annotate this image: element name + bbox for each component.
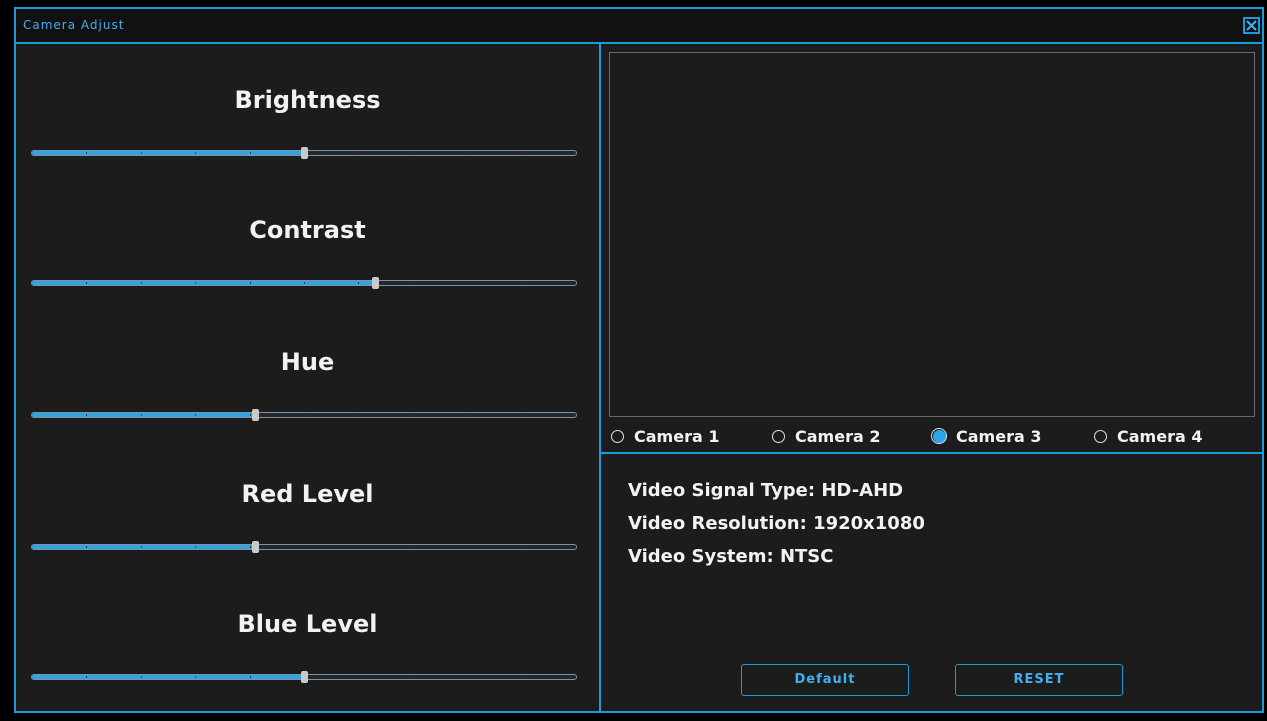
slider-tick	[195, 282, 197, 284]
camera-3-label: Camera 3	[956, 426, 1042, 446]
radio-icon	[1094, 429, 1107, 443]
camera-2-option[interactable]: Camera 2	[772, 425, 880, 447]
slider-tick	[358, 414, 360, 416]
blue-level-group: Blue Level	[16, 610, 599, 690]
adjustment-panel: Brightness Contrast Hue Red Level Blue L…	[16, 44, 601, 711]
slider-tick	[249, 546, 251, 548]
slider-tick	[86, 546, 88, 548]
radio-icon	[611, 429, 624, 443]
video-system: Video System: NTSC	[628, 546, 834, 567]
contrast-label: Contrast	[249, 216, 366, 244]
slider-thumb[interactable]	[252, 541, 260, 553]
contrast-slider[interactable]	[31, 277, 577, 289]
red-level-label: Red Level	[241, 480, 374, 508]
preview-panel: Camera 1 Camera 2 Camera 3 Camera 4 Vide…	[601, 44, 1264, 711]
slider-tick	[467, 676, 469, 678]
camera-1-option[interactable]: Camera 1	[611, 425, 719, 447]
slider-tick	[521, 676, 523, 678]
slider-ticks	[32, 413, 576, 417]
slider-tick	[358, 676, 360, 678]
reset-button[interactable]: RESET	[955, 664, 1123, 696]
slider-tick	[140, 282, 142, 284]
red-level-slider[interactable]	[31, 541, 577, 553]
video-signal-type: Video Signal Type: HD-AHD	[628, 480, 904, 501]
slider-thumb[interactable]	[301, 147, 308, 159]
title-bar: Camera Adjust	[16, 9, 1262, 44]
slider-tick	[358, 546, 360, 548]
slider-tick	[195, 676, 197, 678]
slider-thumb[interactable]	[252, 409, 260, 421]
slider-tick	[412, 282, 414, 284]
slider-tick	[521, 414, 523, 416]
camera-3-option[interactable]: Camera 3	[931, 425, 1042, 447]
close-button[interactable]	[1243, 17, 1260, 34]
blue-level-label: Blue Level	[237, 610, 378, 638]
camera-4-option[interactable]: Camera 4	[1094, 425, 1202, 447]
window-title: Camera Adjust	[23, 18, 125, 32]
slider-tick	[412, 152, 414, 154]
slider-tick	[86, 676, 88, 678]
slider-tick	[86, 152, 88, 154]
slider-tick	[467, 414, 469, 416]
hue-group: Hue	[16, 348, 599, 428]
close-icon	[1246, 20, 1257, 31]
slider-tick	[140, 152, 142, 154]
camera-preview	[609, 52, 1255, 417]
hue-label: Hue	[280, 348, 335, 376]
slider-thumb[interactable]	[301, 671, 308, 683]
slider-tick	[467, 152, 469, 154]
slider-tick	[412, 546, 414, 548]
camera-2-label: Camera 2	[795, 426, 881, 446]
slider-tick	[249, 282, 251, 284]
slider-tick	[86, 282, 88, 284]
slider-tick	[358, 152, 360, 154]
slider-ticks	[32, 545, 576, 549]
slider-tick	[195, 152, 197, 154]
brightness-slider[interactable]	[31, 147, 577, 159]
hue-slider[interactable]	[31, 409, 577, 421]
slider-thumb[interactable]	[371, 277, 379, 289]
slider-tick	[86, 414, 88, 416]
slider-tick	[412, 676, 414, 678]
radio-selected-icon	[931, 427, 947, 444]
blue-level-slider[interactable]	[31, 671, 577, 683]
video-resolution: Video Resolution: 1920x1080	[628, 513, 925, 534]
camera-adjust-window: Camera Adjust Brightness Contrast Hue Re…	[14, 7, 1264, 713]
slider-ticks	[32, 281, 576, 285]
default-button[interactable]: Default	[741, 664, 909, 696]
slider-tick	[521, 546, 523, 548]
slider-tick	[358, 282, 360, 284]
brightness-label: Brightness	[234, 86, 381, 114]
slider-tick	[521, 152, 523, 154]
slider-tick	[195, 414, 197, 416]
slider-tick	[140, 676, 142, 678]
brightness-group: Brightness	[16, 86, 599, 166]
slider-tick	[467, 546, 469, 548]
radio-icon	[772, 429, 785, 443]
slider-tick	[304, 546, 305, 548]
camera-4-label: Camera 4	[1117, 426, 1203, 446]
slider-tick	[249, 152, 251, 154]
slider-tick	[467, 282, 469, 284]
slider-tick	[412, 414, 414, 416]
slider-tick	[195, 546, 197, 548]
red-level-group: Red Level	[16, 480, 599, 560]
slider-tick	[140, 414, 142, 416]
slider-tick	[304, 282, 305, 284]
video-info: Video Signal Type: HD-AHD Video Resoluti…	[628, 474, 925, 573]
slider-tick	[304, 414, 305, 416]
slider-tick	[249, 676, 251, 678]
camera-selector: Camera 1 Camera 2 Camera 3 Camera 4	[601, 422, 1264, 454]
slider-tick	[249, 414, 251, 416]
camera-1-label: Camera 1	[634, 426, 720, 446]
slider-tick	[140, 546, 142, 548]
slider-tick	[521, 282, 523, 284]
contrast-group: Contrast	[16, 216, 599, 296]
